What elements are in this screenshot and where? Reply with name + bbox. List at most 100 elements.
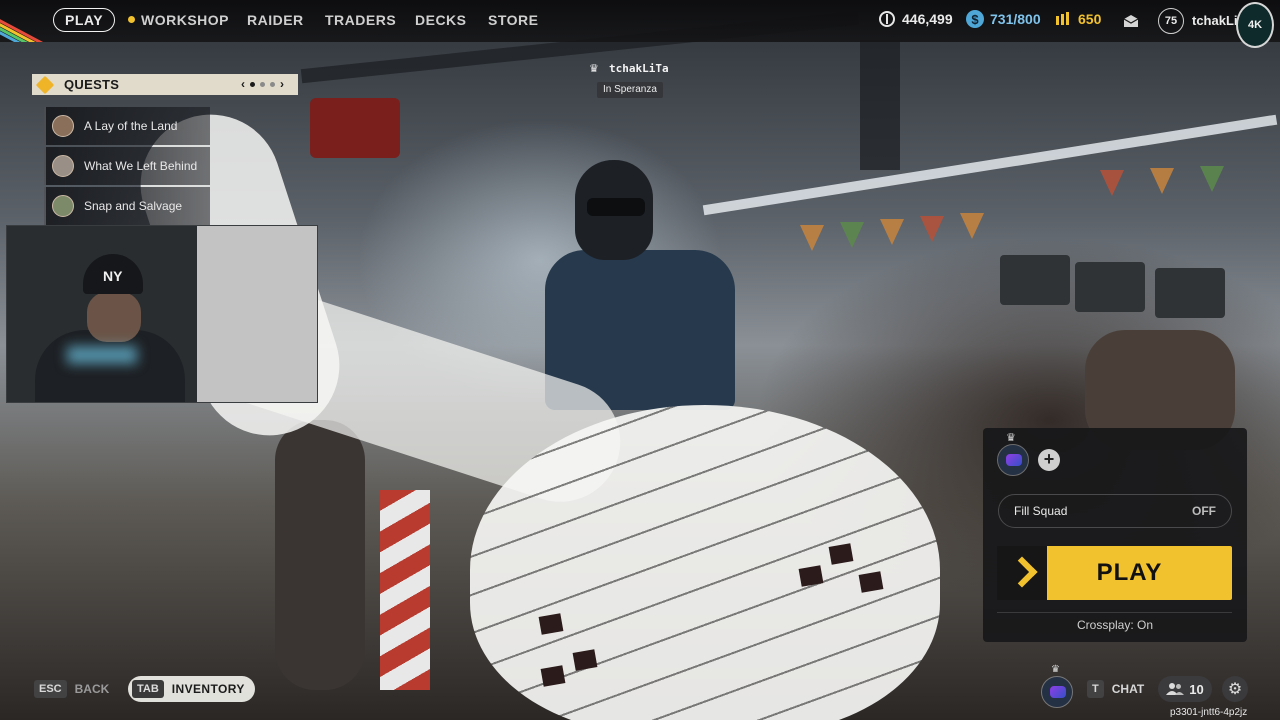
scene-pennant (840, 222, 864, 248)
settings-button[interactable]: ⚙ (1222, 676, 1248, 702)
inventory-button[interactable]: TAB INVENTORY (128, 676, 255, 702)
scene-pennant (880, 219, 904, 245)
quests-prev-button[interactable]: ‹ (241, 77, 245, 91)
nav-tab-workshop[interactable]: WORKSHOP (128, 12, 229, 28)
streamer-face (87, 292, 141, 342)
nametag-location: In Speranza (597, 82, 663, 98)
scene-pennant (960, 213, 984, 239)
scene-pennant (1150, 168, 1174, 194)
nav-tab-raider[interactable]: RAIDER (247, 12, 304, 28)
quest-giver-avatar (52, 115, 74, 137)
fill-squad-toggle[interactable]: Fill Squad OFF (998, 494, 1232, 528)
chat-button[interactable]: T CHAT (1087, 680, 1144, 698)
scene-monitor (1075, 262, 1145, 312)
party-leader-avatar[interactable]: ♛ (1041, 664, 1073, 708)
scene-pillar (860, 40, 900, 170)
scene-light-rail (702, 114, 1278, 216)
scene-pennant (1100, 170, 1124, 196)
scene-pennant (920, 216, 944, 242)
notification-dot (128, 16, 135, 23)
coins-display[interactable]: $ 731/800 (966, 10, 1041, 28)
quests-page-dot (270, 81, 275, 87)
currency-display[interactable]: 446,499 (878, 10, 953, 28)
webcam-background-wall (197, 226, 317, 402)
webcam-overlay: NY (6, 225, 318, 403)
crown-icon: ♛ (1051, 664, 1060, 675)
quests-page-dot (250, 81, 255, 87)
fill-squad-label: Fill Squad (1014, 504, 1068, 518)
scene-monitor (1155, 268, 1225, 318)
crossplay-status[interactable]: Crossplay: On (983, 618, 1247, 632)
character-visor (587, 198, 645, 216)
sketch-mark (798, 565, 824, 587)
quest-item[interactable]: A Lay of the Land (44, 107, 210, 145)
nav-tab-workshop-label: WORKSHOP (141, 12, 229, 28)
scene-pennant (800, 225, 824, 251)
scene-red-light (310, 98, 400, 158)
brand-stripes (0, 0, 48, 42)
nav-tab-play[interactable]: PLAY (53, 8, 116, 32)
nav-tab-store[interactable]: STORE (488, 12, 538, 28)
mail-button[interactable] (1122, 12, 1146, 30)
back-label: BACK (74, 682, 110, 696)
quest-label: Snap and Salvage (84, 199, 183, 213)
chat-key: T (1087, 680, 1104, 698)
invite-player-button[interactable]: + (1038, 449, 1060, 471)
credits-display[interactable]: 650 (1054, 10, 1101, 28)
currency-icon (878, 10, 896, 28)
mail-icon (1122, 12, 1140, 30)
sketch-mark (572, 649, 598, 671)
esc-key: ESC (34, 680, 67, 698)
play-button-label: PLAY (1096, 559, 1163, 586)
quest-giver-avatar (52, 195, 74, 217)
rgb-glow (67, 346, 137, 364)
quests-page-dot (260, 81, 265, 87)
quests-pager: ‹ › (241, 77, 284, 91)
player-avatar-icon (1050, 686, 1066, 698)
currency-amount: 446,499 (902, 11, 953, 27)
friends-icon (1166, 683, 1185, 695)
scene-barrier (380, 490, 430, 690)
squad-lobby-panel: ♛ + Fill Squad OFF PLAY Crossplay: On (983, 428, 1247, 642)
sketch-mark (540, 665, 566, 687)
gear-icon: ⚙ (1227, 681, 1243, 698)
divider (997, 612, 1232, 613)
friends-count: 10 (1189, 681, 1204, 697)
quest-label: What We Left Behind (84, 159, 198, 173)
quest-item[interactable]: Snap and Salvage (44, 187, 210, 225)
quest-giver-avatar (52, 155, 74, 177)
profile-emblem[interactable]: 4K (1236, 2, 1274, 48)
nav-tab-decks[interactable]: DECKS (415, 12, 467, 28)
sketch-overlay-figure (470, 405, 940, 720)
quest-label: A Lay of the Land (84, 119, 178, 133)
credits-icon (1054, 10, 1072, 28)
nametag-name: tchakLiTa (609, 62, 669, 75)
scene-monitor (1000, 255, 1070, 305)
player-level-badge: 75 (1158, 8, 1184, 34)
player-avatar-icon (1006, 454, 1022, 466)
coin-icon: $ (966, 10, 984, 28)
play-button[interactable]: PLAY (997, 546, 1232, 600)
quests-icon (35, 75, 55, 94)
scene-npc (275, 420, 365, 690)
quest-item[interactable]: What We Left Behind (44, 147, 210, 185)
inventory-label: INVENTORY (171, 682, 245, 696)
credits-amount: 650 (1078, 11, 1102, 27)
coins-amount: 731/800 (990, 11, 1041, 27)
quests-header[interactable]: QUESTS ‹ › (32, 74, 298, 95)
fill-squad-value: OFF (1192, 504, 1216, 518)
friends-button[interactable]: 10 (1158, 676, 1212, 702)
sketch-mark (538, 613, 564, 635)
quests-next-button[interactable]: › (280, 77, 284, 91)
nav-tab-traders[interactable]: TRADERS (325, 12, 396, 28)
crown-icon: ♛ (589, 63, 599, 75)
emblem-text: 4K (1247, 19, 1263, 31)
top-nav-bar: PLAY WORKSHOP RAIDER TRADERS DECKS STORE… (0, 0, 1280, 48)
quests-title: QUESTS (64, 77, 120, 92)
session-id: p3301-jntt6-4p2jz (1170, 707, 1248, 718)
squad-slot-leader[interactable]: ♛ (997, 432, 1029, 476)
tab-key: TAB (132, 680, 164, 698)
scene-pennant (1200, 166, 1224, 192)
back-hint[interactable]: ESC BACK (34, 680, 109, 698)
player-character (535, 160, 745, 410)
